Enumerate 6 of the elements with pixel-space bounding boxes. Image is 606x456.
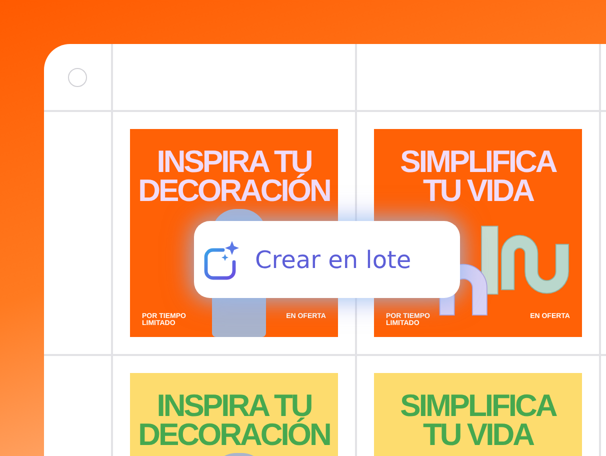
headline-text: SIMPLIFICA [400, 391, 556, 420]
headline-text: TU VIDA [423, 420, 533, 449]
headline-text: SIMPLIFICA [400, 147, 556, 176]
headline-text: DECORACIÓN [138, 420, 330, 449]
headline-text: TU VIDA [423, 176, 533, 205]
headline-text: DECORACIÓN [138, 176, 330, 205]
